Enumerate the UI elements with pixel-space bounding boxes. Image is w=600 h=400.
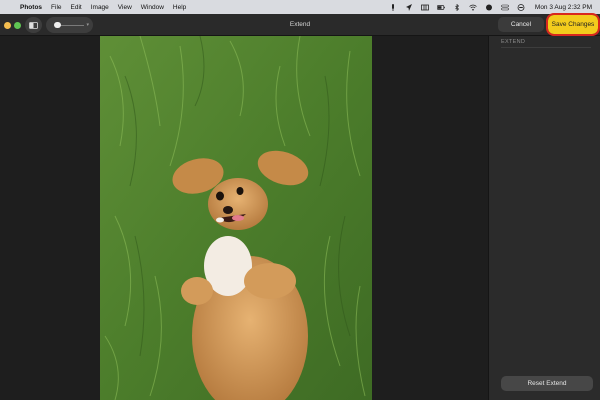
menubar-clock[interactable]: Mon 3 Aug 2:32 PM (535, 4, 592, 11)
menu-image[interactable]: Image (91, 4, 109, 11)
compare-view-button[interactable] (25, 17, 42, 33)
grid-icon[interactable] (421, 4, 429, 11)
wifi-icon[interactable] (469, 4, 477, 11)
menu-view[interactable]: View (118, 4, 132, 11)
controls-icon[interactable] (501, 4, 509, 11)
zoom-slider-thumb[interactable] (54, 22, 61, 28)
section-title-extend: EXTEND (501, 39, 526, 45)
photo-image (100, 36, 372, 400)
menu-window[interactable]: Window (141, 4, 164, 11)
minimize-window-button[interactable] (4, 21, 11, 29)
menu-file[interactable]: File (51, 4, 61, 11)
zoom-slider-track (58, 24, 84, 26)
editor-canvas (0, 36, 488, 400)
photo-dog-on-grass[interactable] (100, 36, 372, 400)
menu-bar: Photos File Edit Image View Window Help … (0, 0, 600, 14)
chevron-down-icon[interactable]: ▾ (86, 22, 89, 28)
section-divider (501, 47, 591, 48)
mic-icon[interactable] (389, 3, 397, 11)
user-icon[interactable] (517, 3, 525, 11)
cancel-button[interactable]: Cancel (498, 17, 544, 32)
status-area: Mon 3 Aug 2:32 PM (389, 3, 600, 11)
zoom-slider[interactable]: ▾ (46, 17, 93, 33)
save-changes-button[interactable]: Save Changes (546, 13, 600, 36)
adjustments-panel: EXTEND Reset Extend (488, 36, 600, 400)
menu-edit[interactable]: Edit (71, 4, 82, 11)
menu-help[interactable]: Help (173, 4, 186, 11)
globe-icon[interactable] (485, 4, 493, 11)
bluetooth-icon[interactable] (453, 3, 461, 11)
battery-icon[interactable] (436, 4, 445, 11)
nav-icon[interactable] (405, 3, 413, 11)
reset-extend-button[interactable]: Reset Extend (501, 376, 593, 391)
split-view-icon (29, 16, 38, 34)
fullscreen-window-button[interactable] (14, 21, 21, 29)
menu-app-photos[interactable]: Photos (20, 4, 42, 11)
